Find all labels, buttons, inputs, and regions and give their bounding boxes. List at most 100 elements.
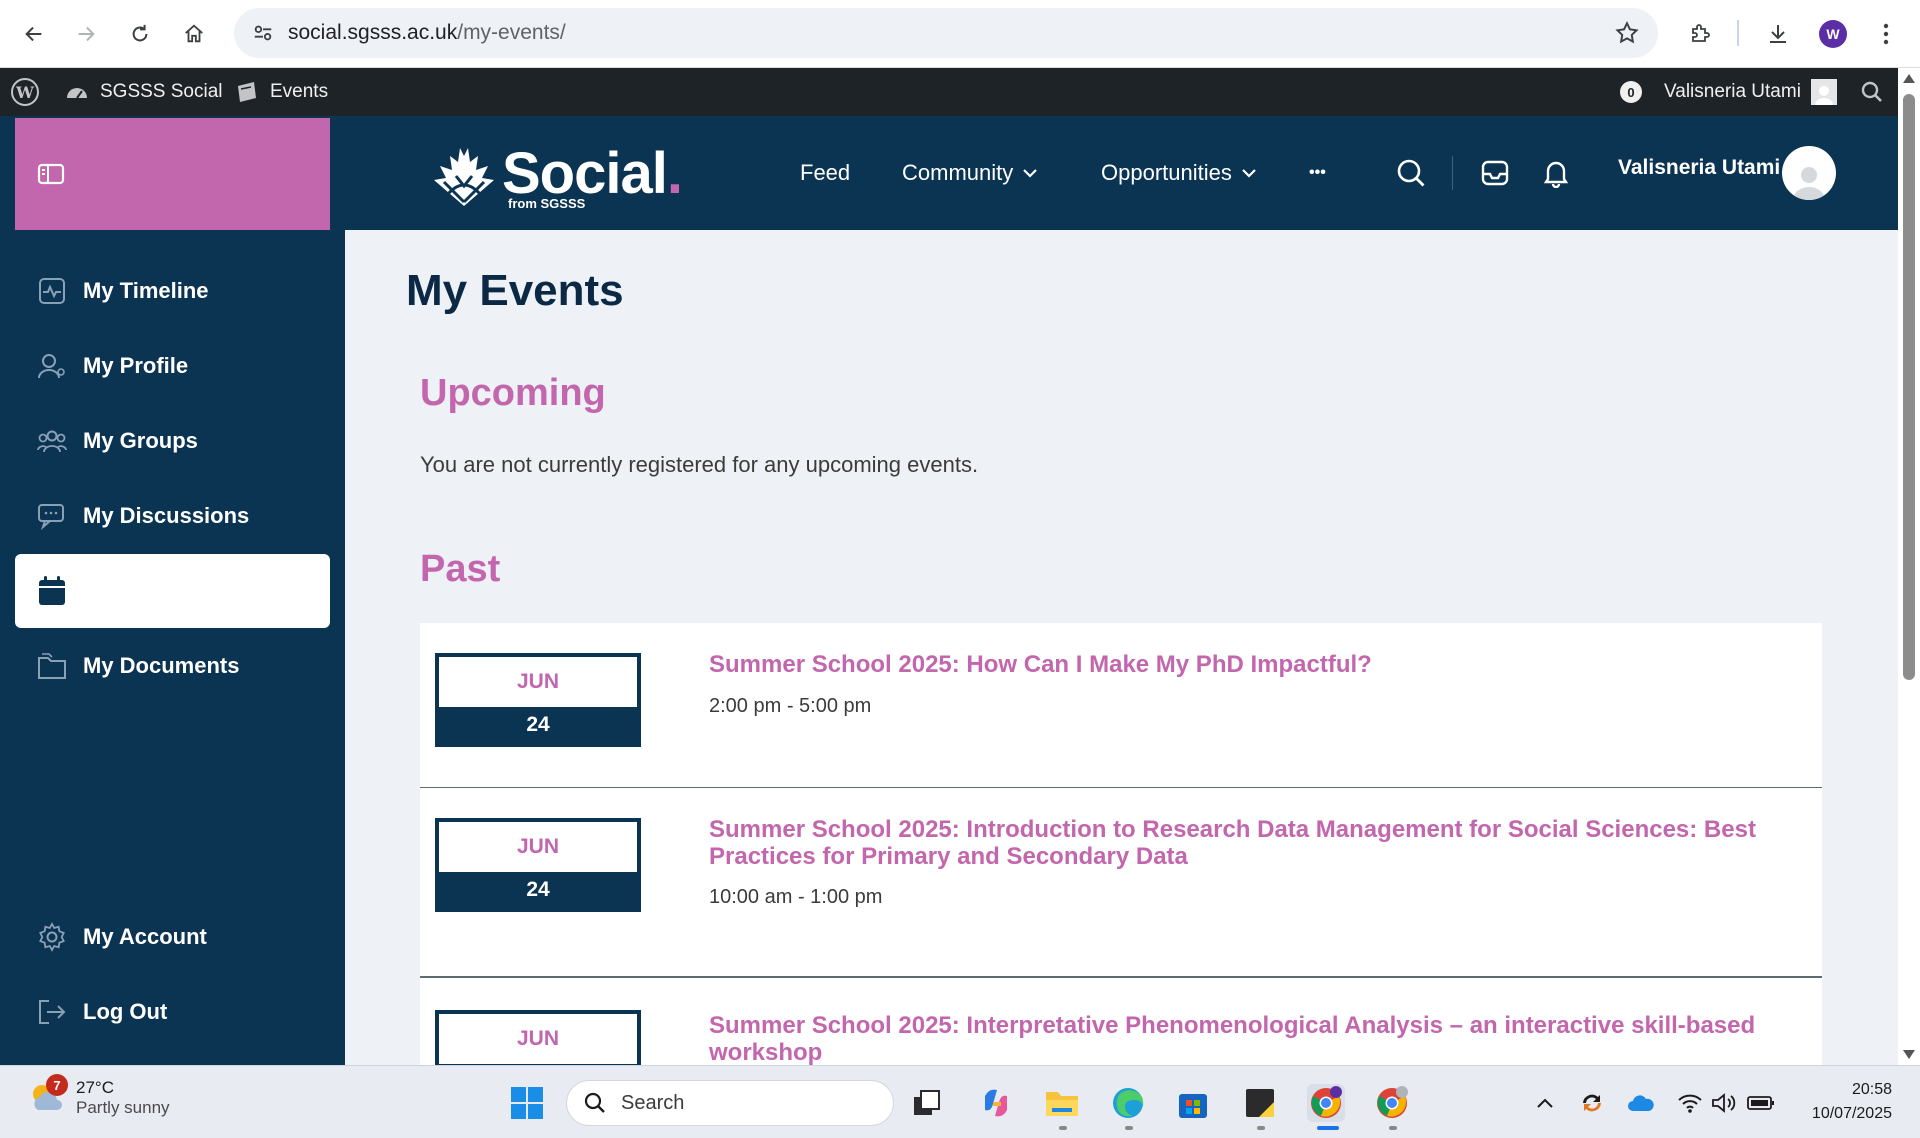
adminbar-events-link[interactable]: Events (234, 68, 328, 116)
sync-icon (1583, 1094, 1601, 1112)
page-title: My Events (406, 266, 624, 315)
event-title-link[interactable]: Summer School 2025: How Can I Make My Ph… (709, 651, 1789, 678)
header-search-button[interactable] (1392, 154, 1430, 192)
sidebar-item-events[interactable] (15, 554, 330, 628)
sidebar-item-profile[interactable]: My Profile (15, 329, 330, 403)
sticky-notes-icon (1246, 1089, 1274, 1117)
header-inbox-button[interactable] (1476, 154, 1514, 192)
event-title-link[interactable]: Summer School 2025: Introduction to Rese… (709, 816, 1789, 870)
sidebar-item-label: My Profile (83, 353, 189, 378)
running-indicator (1389, 1126, 1397, 1130)
sidebar-item-label: My Groups (83, 428, 198, 453)
sidebar-item-discussions[interactable]: My Discussions (15, 479, 330, 553)
page-scrollbar[interactable] (1898, 68, 1920, 1065)
forward-button[interactable] (68, 16, 104, 52)
sticky-notes-button[interactable] (1241, 1084, 1279, 1122)
copilot-icon (985, 1089, 1007, 1117)
show-hidden-icons-button[interactable] (1530, 1088, 1560, 1118)
store-button[interactable] (1174, 1084, 1212, 1122)
sync-tray-icon[interactable] (1577, 1088, 1607, 1118)
wordpress-icon: W (11, 78, 39, 106)
more-dots-icon: ••• (1309, 164, 1326, 181)
event-day: 24 (526, 878, 550, 901)
adminbar-avatar (1810, 79, 1837, 105)
event-card[interactable]: JUN 24 Summer School 2025: How Can I Mak… (420, 623, 1822, 790)
adminbar-user-account[interactable]: Valisneria Utami (1664, 68, 1837, 116)
start-button[interactable] (508, 1084, 546, 1122)
sidebar-item-account[interactable]: My Account (15, 900, 330, 974)
battery-tray-icon[interactable] (1746, 1088, 1776, 1118)
nav-opportunities[interactable]: Opportunities (1101, 116, 1258, 230)
sidebar-item-groups[interactable]: My Groups (15, 404, 330, 478)
scroll-up-arrow-icon[interactable] (1903, 74, 1915, 83)
logo-subtitle: from SGSSS (508, 196, 586, 211)
adminbar-site-link[interactable]: SGSSS Social (64, 68, 223, 116)
edge-button[interactable] (1109, 1084, 1147, 1122)
browser-toolbar: social.sgsss.ac.uk/my-events/ W (0, 0, 1920, 68)
upcoming-heading: Upcoming (420, 372, 606, 414)
reload-button[interactable] (122, 16, 158, 52)
volume-tray-icon[interactable] (1708, 1088, 1738, 1118)
adminbar-notifications[interactable]: 0 (1620, 68, 1642, 116)
url-text: social.sgsss.ac.uk/my-events/ (288, 21, 566, 44)
header-divider (1452, 156, 1453, 190)
cloud-icon (1628, 1095, 1654, 1111)
search-icon (1397, 159, 1425, 187)
file-explorer-button[interactable] (1043, 1084, 1081, 1122)
site-logo[interactable]: Social . from SGSSS (426, 136, 683, 211)
nav-community[interactable]: Community (902, 116, 1039, 230)
event-date-badge: JUN 24 (435, 818, 641, 912)
weather-condition: Partly sunny (76, 1098, 170, 1117)
task-view-button[interactable] (908, 1084, 946, 1122)
bookmark-star-icon[interactable] (1614, 20, 1640, 46)
home-button[interactable] (176, 16, 212, 52)
nav-feed-label: Feed (800, 160, 851, 185)
upcoming-empty-message: You are not currently registered for any… (420, 452, 979, 477)
address-bar[interactable]: social.sgsss.ac.uk/my-events/ (234, 8, 1658, 58)
extensions-button[interactable] (1682, 16, 1718, 52)
site-header: Social . from SGSSS Feed Community Oppor… (0, 116, 1898, 230)
taskbar-clock[interactable]: 20:58 10/07/2025 (1812, 1078, 1892, 1126)
header-user-avatar[interactable] (1782, 146, 1836, 200)
search-icon (584, 1092, 605, 1113)
event-card[interactable]: JUN Summer School 2025: Interpretative P… (420, 978, 1822, 1065)
event-card[interactable]: JUN 24 Summer School 2025: Introduction … (420, 788, 1822, 979)
taskbar-search[interactable]: Search (566, 1080, 894, 1126)
sidebar-item-logout[interactable]: Log Out (15, 975, 330, 1049)
scrollbar-thumb[interactable] (1903, 94, 1915, 680)
site-settings-icon[interactable] (252, 22, 274, 44)
chrome-button[interactable] (1373, 1084, 1411, 1122)
nav-feed[interactable]: Feed (800, 116, 850, 230)
wordpress-logo-button[interactable]: W (10, 68, 40, 116)
chevron-down-icon (1023, 169, 1038, 178)
sidebar-toggle-icon (37, 163, 65, 185)
event-date-badge: JUN (435, 1010, 641, 1065)
sidebar-item-documents[interactable]: My Documents (15, 629, 330, 703)
event-title-link[interactable]: Summer School 2025: Interpretative Pheno… (709, 1012, 1789, 1065)
scroll-down-arrow-icon[interactable] (1903, 1050, 1915, 1059)
sidebar-item-label: My Documents (83, 653, 240, 678)
weather-widget[interactable]: 7 27°C Partly sunny (28, 1074, 170, 1118)
chrome-button-active[interactable] (1307, 1084, 1345, 1122)
adminbar-search-button[interactable] (1860, 68, 1884, 116)
svg-text:W: W (15, 83, 35, 102)
copilot-button[interactable] (977, 1084, 1015, 1122)
profile-button[interactable]: W (1815, 16, 1851, 52)
wifi-tray-icon[interactable] (1675, 1088, 1705, 1118)
speaker-icon (1712, 1093, 1736, 1113)
header-notifications-button[interactable] (1537, 154, 1575, 192)
back-button[interactable] (16, 16, 52, 52)
event-month: JUN (439, 1014, 637, 1064)
browser-menu-button[interactable] (1868, 16, 1904, 52)
event-month: JUN (439, 657, 637, 707)
weather-alert-badge: 7 (46, 1074, 68, 1096)
header-user-name[interactable]: Valisneria Utami (1618, 156, 1780, 180)
wifi-icon (1678, 1094, 1702, 1113)
sidebar-item-timeline[interactable]: My Timeline (15, 254, 330, 328)
sidebar-toggle-button[interactable] (15, 118, 330, 230)
downloads-button[interactable] (1760, 16, 1796, 52)
nav-more-button[interactable]: ••• (1309, 116, 1326, 230)
battery-icon (1747, 1096, 1774, 1110)
onedrive-tray-icon[interactable] (1626, 1088, 1656, 1118)
clock-time: 20:58 (1851, 1081, 1892, 1098)
